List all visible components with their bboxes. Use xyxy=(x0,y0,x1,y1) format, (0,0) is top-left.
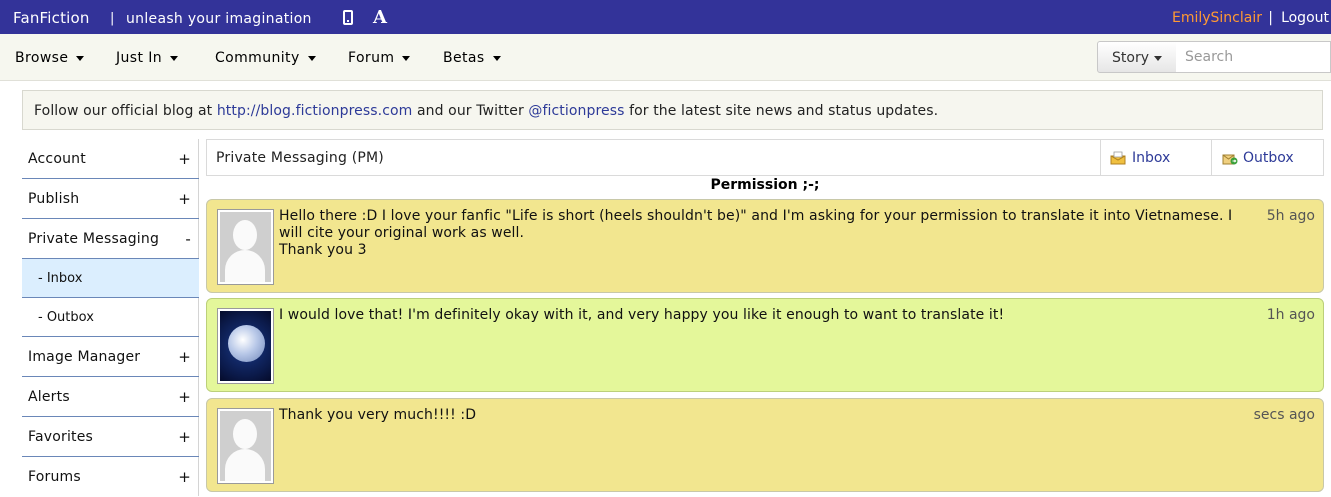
avatar[interactable] xyxy=(217,308,274,384)
notice-middle: and our Twitter xyxy=(412,103,529,119)
nav-just-in[interactable]: Just In xyxy=(116,50,179,66)
message-text: Thank you very much!!!! :D xyxy=(279,407,477,423)
site-logo-link[interactable]: FanFiction xyxy=(13,9,90,27)
search-scope-label: Story xyxy=(1112,50,1149,66)
sidebar-item-label: Image Manager xyxy=(28,349,141,365)
twitter-link[interactable]: @fictionpress xyxy=(528,103,624,119)
sidebar-item-private-messaging[interactable]: Private Messaging - xyxy=(22,219,199,259)
message-text: Hello there :D I love your fanfic "Life … xyxy=(279,208,1233,258)
chevron-down-icon xyxy=(402,55,411,61)
sidebar-item-label: Private Messaging xyxy=(28,231,160,247)
sidebar-item-label: Account xyxy=(28,151,86,167)
inbox-icon xyxy=(1110,151,1126,165)
message-time: 5h ago xyxy=(1266,208,1315,224)
nav-betas[interactable]: Betas xyxy=(443,50,501,66)
message-item: I would love that! I'm definitely okay w… xyxy=(206,298,1324,392)
notice-suffix: for the latest site news and status upda… xyxy=(624,103,939,119)
sidebar-item-label: - Outbox xyxy=(38,310,94,325)
nav-browse-label: Browse xyxy=(15,50,69,66)
tab-inbox[interactable]: Inbox xyxy=(1100,140,1210,175)
username-link[interactable]: EmilySinclair xyxy=(1172,10,1262,26)
user-separator: | xyxy=(1268,10,1273,26)
main-nav: Browse Just In Community Forum Betas Sto… xyxy=(0,34,1331,81)
expand-icon[interactable]: + xyxy=(178,388,191,406)
outbox-icon xyxy=(1222,154,1238,165)
search-input[interactable] xyxy=(1176,41,1331,73)
message-time: secs ago xyxy=(1253,407,1315,423)
nav-community[interactable]: Community xyxy=(215,50,316,66)
site-tagline: unleash your imagination xyxy=(126,11,312,27)
sidebar: Account + Publish + Private Messaging - - I… xyxy=(22,139,199,496)
expand-icon[interactable]: + xyxy=(178,190,191,208)
avatar[interactable] xyxy=(217,408,274,484)
thread-title: Permission ;-; xyxy=(710,177,820,193)
message-text: I would love that! I'm definitely okay w… xyxy=(279,307,1005,323)
sidebar-item-inbox[interactable]: - Inbox xyxy=(22,259,199,298)
chevron-down-icon xyxy=(492,55,501,61)
sidebar-item-alerts[interactable]: Alerts + xyxy=(22,377,199,417)
nav-browse[interactable]: Browse xyxy=(15,50,85,66)
logout-link[interactable]: Logout xyxy=(1281,10,1329,26)
tab-outbox-label: Outbox xyxy=(1243,150,1294,166)
moon-avatar-icon xyxy=(220,311,271,381)
pm-header: Private Messaging (PM) Inbox Outbox xyxy=(206,139,1324,176)
message-time: 1h ago xyxy=(1266,307,1315,323)
expand-icon[interactable]: + xyxy=(178,428,191,446)
expand-icon[interactable]: + xyxy=(178,468,191,486)
header-separator: | xyxy=(110,11,115,26)
default-avatar-icon xyxy=(220,411,271,481)
sidebar-item-label: Favorites xyxy=(28,429,94,445)
sidebar-item-account[interactable]: Account + xyxy=(22,139,199,179)
chevron-down-icon xyxy=(1153,55,1162,61)
chevron-down-icon xyxy=(170,55,179,61)
chevron-down-icon xyxy=(307,55,316,61)
chevron-down-icon xyxy=(76,55,85,61)
sidebar-item-outbox[interactable]: - Outbox xyxy=(22,298,199,337)
notice-prefix: Follow our official blog at xyxy=(34,103,217,119)
sidebar-item-forums[interactable]: Forums + xyxy=(22,457,199,497)
sidebar-item-publish[interactable]: Publish + xyxy=(22,179,199,219)
search-scope-dropdown[interactable]: Story xyxy=(1097,41,1177,73)
nav-forum-label: Forum xyxy=(348,50,395,66)
nav-community-label: Community xyxy=(215,50,300,66)
sidebar-item-label: Forums xyxy=(28,469,81,485)
blog-link[interactable]: http://blog.fictionpress.com xyxy=(217,103,413,119)
collapse-icon[interactable]: - xyxy=(185,230,191,248)
tab-inbox-label: Inbox xyxy=(1132,150,1171,166)
sidebar-item-favorites[interactable]: Favorites + xyxy=(22,417,199,457)
sidebar-item-image-manager[interactable]: Image Manager + xyxy=(22,337,199,377)
expand-icon[interactable]: + xyxy=(178,150,191,168)
nav-betas-label: Betas xyxy=(443,50,485,66)
sidebar-item-label: Publish xyxy=(28,191,80,207)
default-avatar-icon xyxy=(220,212,271,282)
message-item: Hello there :D I love your fanfic "Life … xyxy=(206,199,1324,293)
avatar[interactable] xyxy=(217,209,274,285)
sidebar-item-label: Alerts xyxy=(28,389,70,405)
tab-outbox[interactable]: Outbox xyxy=(1211,140,1324,175)
nav-forum[interactable]: Forum xyxy=(348,50,411,66)
sidebar-item-label: - Inbox xyxy=(38,271,83,286)
message-item: Thank you very much!!!! :D secs ago xyxy=(206,398,1324,492)
font-size-icon[interactable]: A xyxy=(373,7,387,28)
nav-just-in-label: Just In xyxy=(116,50,163,66)
mobile-phone-icon[interactable] xyxy=(343,10,353,25)
top-bar: FanFiction | unleash your imagination A … xyxy=(0,0,1331,34)
expand-icon[interactable]: + xyxy=(178,348,191,366)
site-notice: Follow our official blog at http://blog.… xyxy=(22,90,1323,130)
page-title: Private Messaging (PM) xyxy=(216,150,384,166)
